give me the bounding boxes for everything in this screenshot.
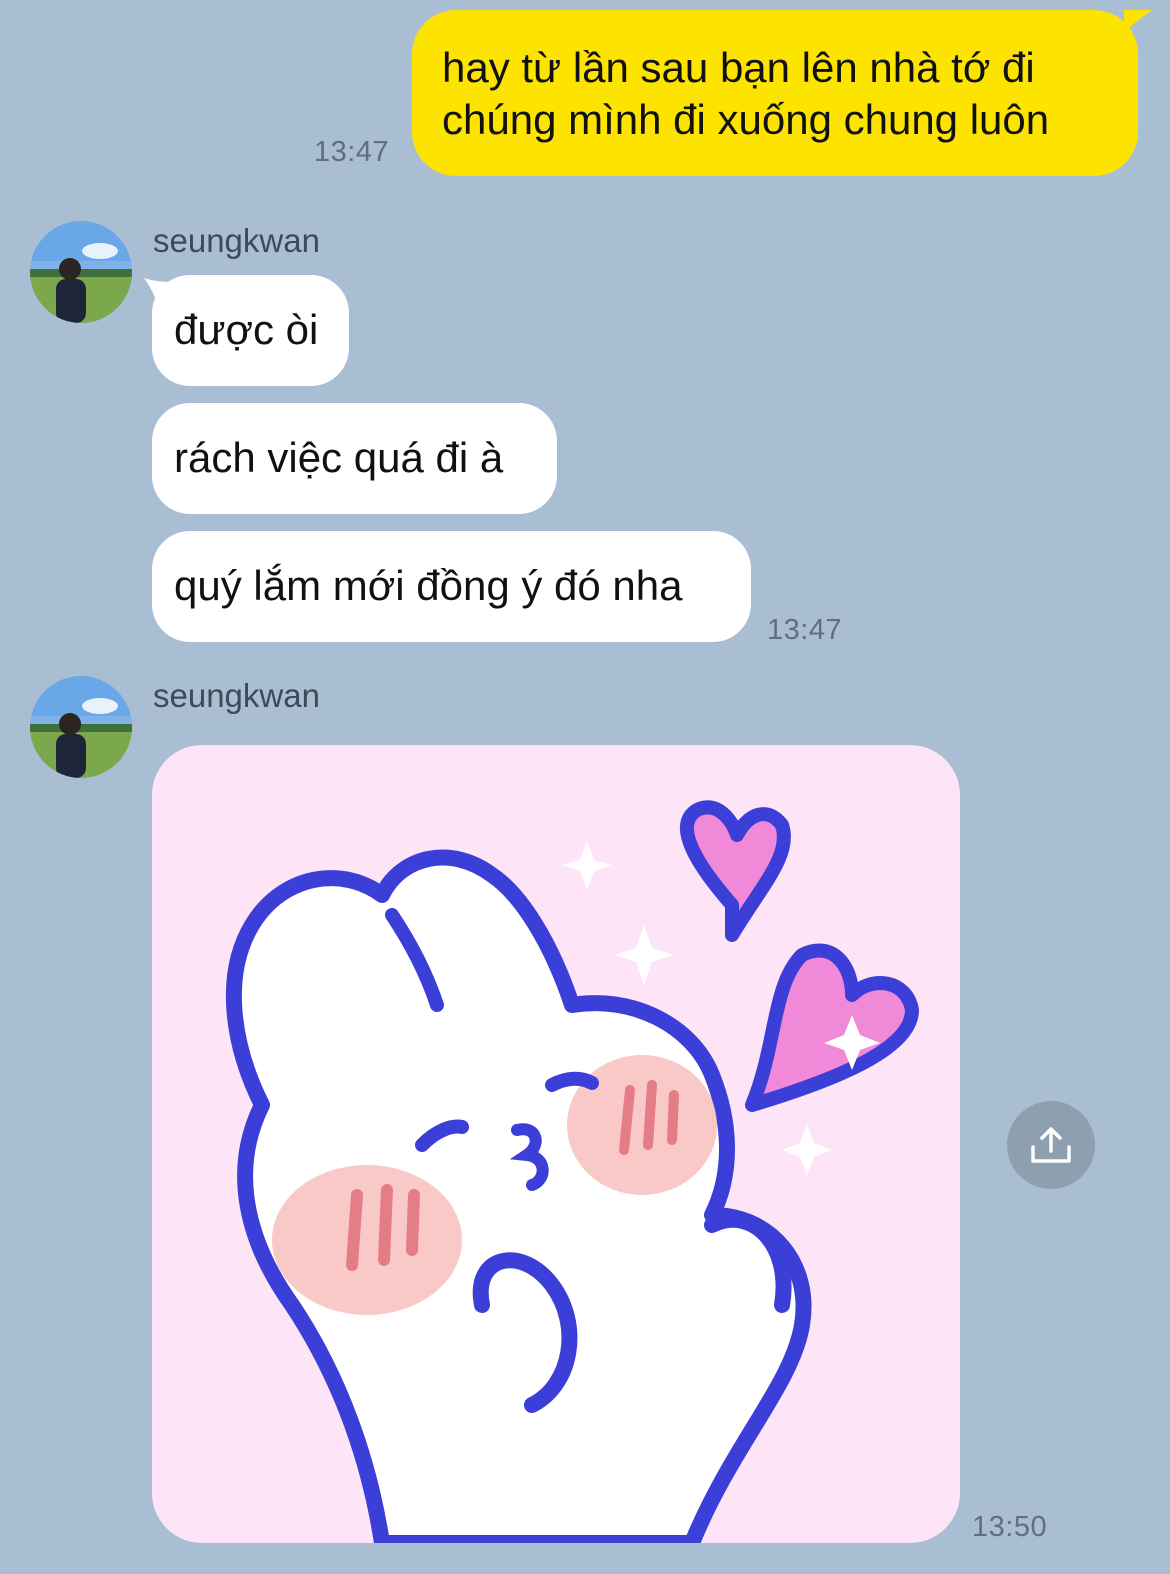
message-text: rách việc quá đi à xyxy=(174,434,504,481)
sent-line-2: chúng mình đi xuống chung luôn xyxy=(442,96,1050,143)
sent-time: 13:47 xyxy=(314,136,390,168)
bubble-tail xyxy=(1124,10,1152,32)
sender-name: seungkwan xyxy=(153,222,320,259)
message-time: 13:47 xyxy=(767,614,843,646)
received-bubble[interactable]: quý lắm mới đồng ý đó nha xyxy=(152,531,751,642)
avatar[interactable] xyxy=(30,676,132,778)
sender-name: seungkwan xyxy=(153,677,320,714)
bunny-blowing-kiss-sticker[interactable] xyxy=(152,745,960,1543)
sent-line-1: hay từ lần sau bạn lên nhà tớ đi xyxy=(442,44,1035,91)
share-button[interactable] xyxy=(1007,1101,1095,1189)
avatar-photo xyxy=(30,676,132,778)
message-text: được òi xyxy=(174,306,319,353)
received-bubble[interactable]: rách việc quá đi à xyxy=(152,403,557,514)
message-time: 13:50 xyxy=(972,1511,1048,1543)
avatar-photo xyxy=(30,221,132,323)
message-text: quý lắm mới đồng ý đó nha xyxy=(174,562,683,609)
received-bubble[interactable]: được òi xyxy=(152,275,349,386)
sticker-illustration xyxy=(225,800,919,1543)
sent-bubble[interactable]: hay từ lần sau bạn lên nhà tớ đi chúng m… xyxy=(412,10,1138,176)
avatar[interactable] xyxy=(30,221,132,323)
sent-message: hay từ lần sau bạn lên nhà tớ đi chúng m… xyxy=(412,10,1152,176)
share-icon xyxy=(1031,1127,1071,1163)
